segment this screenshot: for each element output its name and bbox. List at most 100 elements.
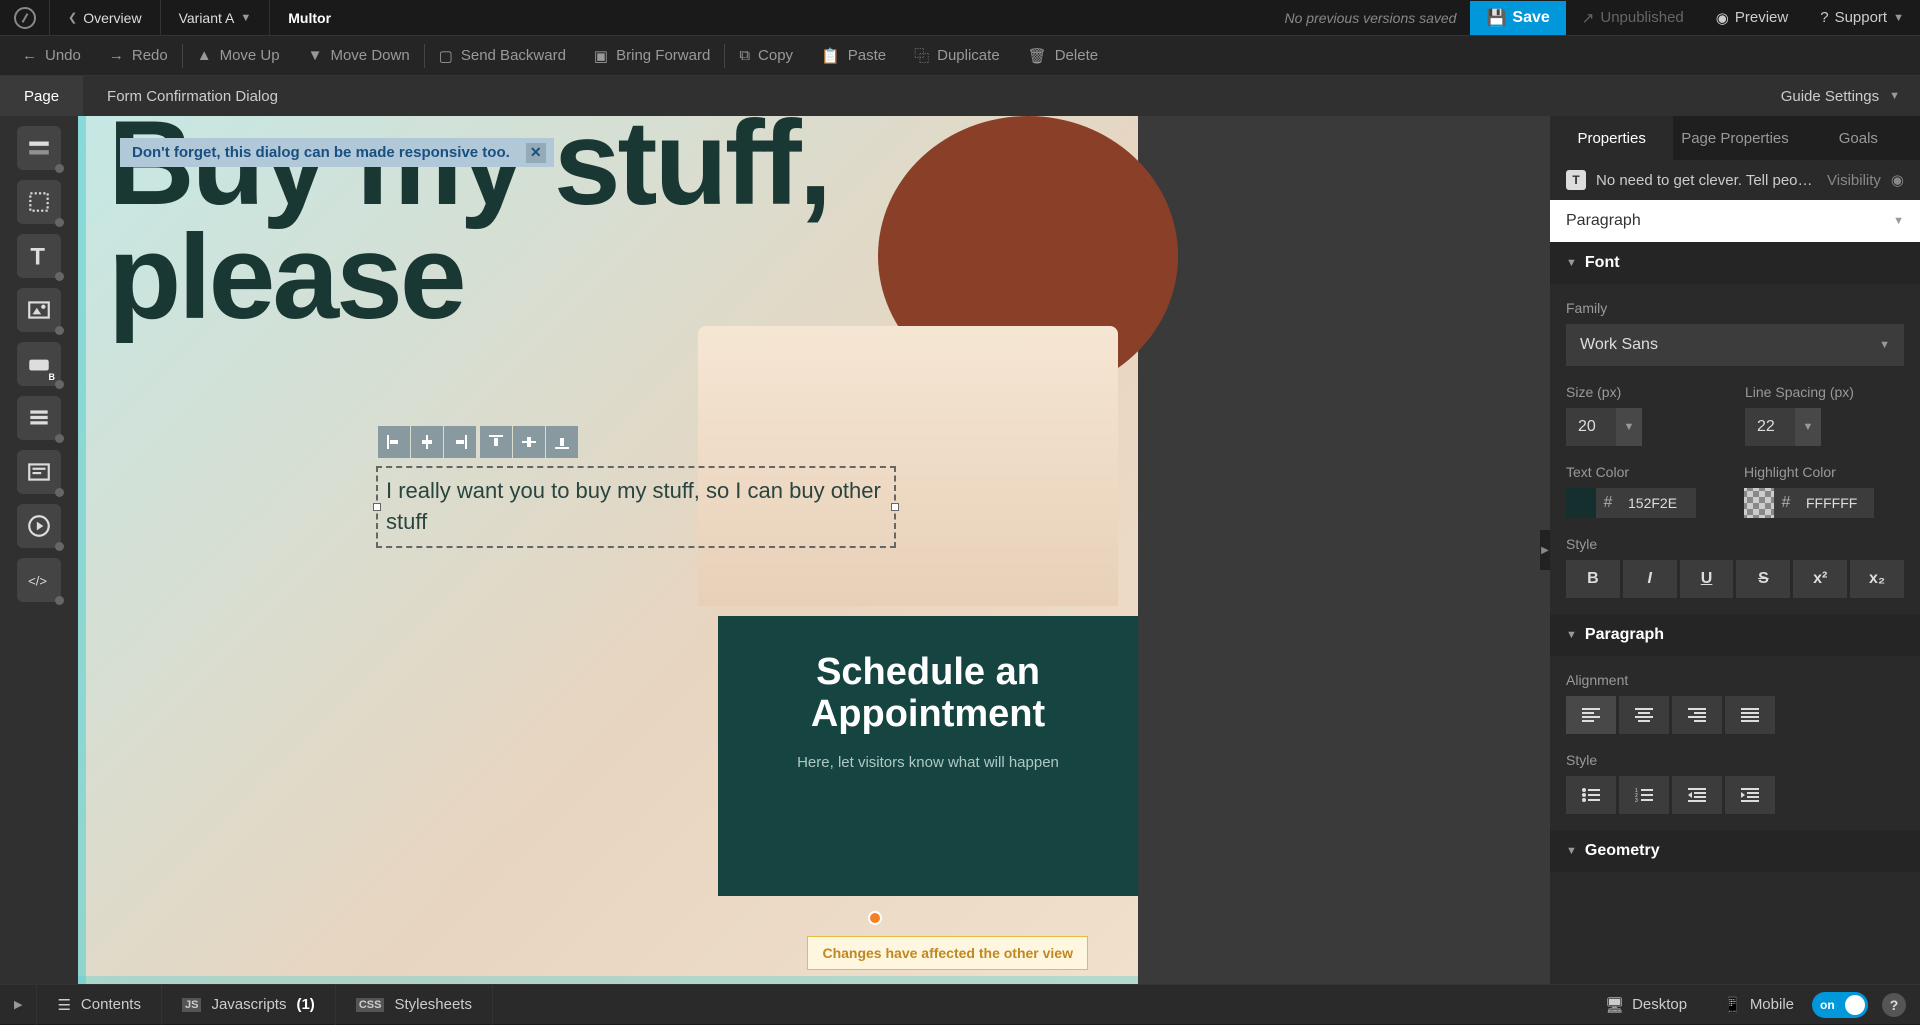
text-align-left-button[interactable]: [1566, 696, 1616, 734]
appointment-panel[interactable]: Schedule an Appointment Here, let visito…: [718, 616, 1138, 896]
embed-tool[interactable]: [17, 450, 61, 494]
tab-page-properties[interactable]: Page Properties: [1673, 116, 1796, 160]
chevron-down-icon: [1889, 90, 1900, 102]
subscript-button[interactable]: x₂: [1850, 560, 1904, 598]
expand-button[interactable]: [0, 985, 37, 1025]
text-color-input[interactable]: [1620, 488, 1696, 518]
expand-right-handle[interactable]: ▶: [1540, 530, 1550, 570]
save-button[interactable]: 💾 Save: [1470, 1, 1565, 35]
text-color-swatch[interactable]: [1566, 488, 1596, 518]
line-stepper[interactable]: [1795, 408, 1821, 446]
tab-properties[interactable]: Properties: [1550, 116, 1673, 160]
align-left-button[interactable]: [378, 426, 410, 458]
geometry-section-header[interactable]: Geometry: [1550, 830, 1920, 872]
unpublished-button[interactable]: ↗ Unpublished: [1566, 9, 1700, 27]
undo-button[interactable]: ←Undo: [8, 36, 95, 76]
support-dropdown[interactable]: ? Support: [1804, 9, 1920, 26]
text-align-right-button[interactable]: [1672, 696, 1722, 734]
resize-handle-right[interactable]: [891, 503, 899, 511]
help-icon: ?: [1820, 9, 1828, 26]
tooltip-close-button[interactable]: ✕: [526, 143, 546, 163]
duplicate-button[interactable]: ⿻Duplicate: [900, 36, 1014, 76]
font-family-dropdown[interactable]: Work Sans: [1566, 324, 1904, 366]
responsive-tooltip: Don't forget, this dialog can be made re…: [120, 138, 554, 167]
text-tool[interactable]: T: [17, 234, 61, 278]
preview-button[interactable]: ◉ Preview: [1700, 9, 1804, 27]
bring-forward-button[interactable]: ▣Bring Forward: [580, 36, 724, 76]
button-tool[interactable]: B: [17, 342, 61, 386]
send-backward-button[interactable]: ▢Send Backward: [425, 36, 580, 76]
selected-paragraph[interactable]: I really want you to buy my stuff, so I …: [376, 466, 896, 548]
element-breadcrumb: T No need to get clever. Tell peopl… Vis…: [1550, 160, 1920, 200]
bold-button[interactable]: B: [1566, 560, 1620, 598]
underline-button[interactable]: U: [1680, 560, 1734, 598]
html-tool[interactable]: </>: [17, 558, 61, 602]
overview-nav[interactable]: Overview: [50, 0, 161, 36]
section-tool[interactable]: [17, 126, 61, 170]
canvas[interactable]: ▶ Buy my stuff, please Don't forget, thi…: [78, 116, 1550, 984]
eye-icon[interactable]: ◉: [1891, 171, 1904, 189]
app-logo[interactable]: [0, 0, 50, 36]
copy-button[interactable]: ⧉Copy: [725, 36, 807, 76]
variant-dropdown[interactable]: Variant A: [161, 0, 271, 36]
video-tool[interactable]: [17, 504, 61, 548]
tab-goals[interactable]: Goals: [1797, 116, 1920, 160]
size-stepper[interactable]: [1616, 408, 1642, 446]
help-button[interactable]: ?: [1882, 993, 1906, 1017]
tab-form-confirmation[interactable]: Form Confirmation Dialog: [83, 76, 302, 116]
chevron-down-icon: [1566, 845, 1577, 857]
text-align-center-button[interactable]: [1619, 696, 1669, 734]
desktop-view-button[interactable]: 🖥 Desktop: [1587, 996, 1705, 1014]
align-center-v-button[interactable]: [513, 426, 545, 458]
line-spacing-input[interactable]: [1745, 408, 1795, 446]
svg-text:3: 3: [1635, 798, 1638, 802]
stylesheets-button[interactable]: CSS Stylesheets: [336, 985, 493, 1025]
align-right-button[interactable]: [444, 426, 476, 458]
resize-handle-left[interactable]: [373, 503, 381, 511]
image-tool[interactable]: [17, 288, 61, 332]
contents-icon: ☰: [57, 996, 70, 1014]
highlight-color-input[interactable]: [1798, 488, 1874, 518]
delete-button[interactable]: 🗑Delete: [1014, 36, 1112, 76]
font-section-header[interactable]: Font: [1550, 242, 1920, 284]
indent-button[interactable]: [1725, 776, 1775, 814]
mobile-toggle[interactable]: on: [1812, 992, 1868, 1018]
element-type-dropdown[interactable]: Paragraph: [1550, 200, 1920, 242]
paragraph-section-header[interactable]: Paragraph: [1550, 614, 1920, 656]
text-align-justify-button[interactable]: [1725, 696, 1775, 734]
chevron-down-icon: [240, 12, 251, 24]
form-tool[interactable]: [17, 396, 61, 440]
visibility-label[interactable]: Visibility: [1827, 172, 1881, 189]
contents-button[interactable]: ☰ Contents: [37, 985, 162, 1025]
mobile-view-button[interactable]: 📱 Mobile: [1705, 996, 1812, 1014]
top-bar: Overview Variant A Multor No previous ve…: [0, 0, 1920, 36]
highlight-color-swatch[interactable]: [1744, 488, 1774, 518]
mobile-icon: 📱: [1723, 996, 1742, 1014]
redo-button[interactable]: →Redo: [95, 36, 182, 76]
strikethrough-button[interactable]: S: [1736, 560, 1790, 598]
move-down-button[interactable]: ▼Move Down: [294, 36, 424, 76]
align-top-button[interactable]: [480, 426, 512, 458]
up-icon: ▲: [197, 47, 212, 64]
tab-page[interactable]: Page: [0, 76, 83, 116]
desktop-icon: 🖥: [1605, 996, 1624, 1014]
overview-label: Overview: [83, 10, 141, 26]
move-up-button[interactable]: ▲Move Up: [183, 36, 294, 76]
down-icon: ▼: [308, 47, 323, 64]
italic-button[interactable]: I: [1623, 560, 1677, 598]
superscript-button[interactable]: x²: [1793, 560, 1847, 598]
outdent-button[interactable]: [1672, 776, 1722, 814]
js-icon: JS: [182, 998, 201, 1012]
copy-icon: ⧉: [739, 47, 750, 64]
numbered-list-button[interactable]: 123: [1619, 776, 1669, 814]
box-tool[interactable]: [17, 180, 61, 224]
paste-button[interactable]: 📋Paste: [807, 36, 900, 76]
align-bottom-button[interactable]: [546, 426, 578, 458]
guide-settings-dropdown[interactable]: Guide Settings: [1761, 88, 1920, 105]
svg-text:</>: </>: [28, 573, 47, 588]
font-size-input[interactable]: [1566, 408, 1616, 446]
align-center-h-button[interactable]: [411, 426, 443, 458]
svg-text:T: T: [30, 244, 45, 269]
bullet-list-button[interactable]: [1566, 776, 1616, 814]
javascripts-button[interactable]: JS Javascripts (1): [162, 985, 336, 1025]
